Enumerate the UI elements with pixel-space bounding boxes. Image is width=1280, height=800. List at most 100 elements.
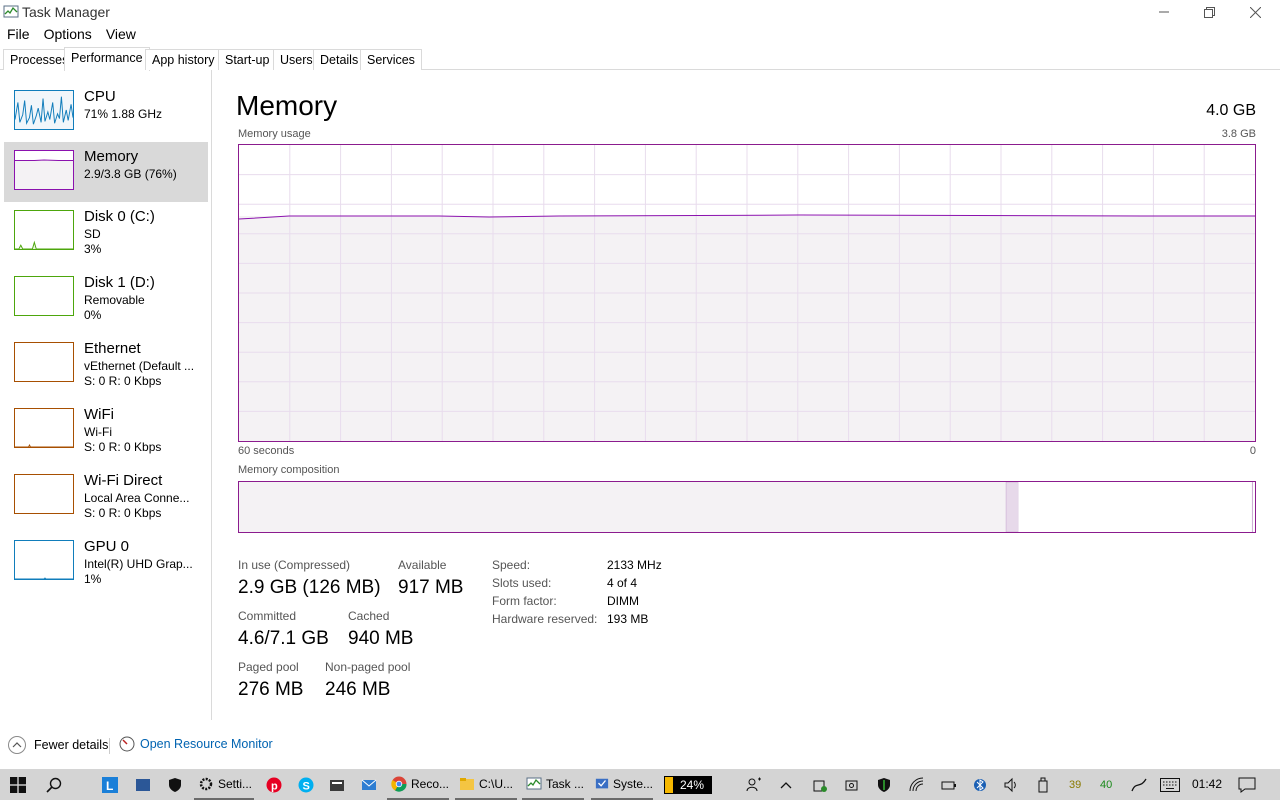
fewer-details-label: Fewer details (34, 738, 109, 752)
composition-free (1252, 482, 1255, 532)
menu-file[interactable]: File (0, 24, 37, 46)
in-use-label: In use (Compressed) (238, 558, 351, 572)
minimize-icon (1159, 11, 1169, 13)
skype-icon[interactable]: S (298, 769, 314, 800)
keyboard-icon[interactable] (1160, 769, 1182, 800)
clock[interactable]: 01:42 (1192, 777, 1222, 791)
sidebar-item-disk-1[interactable]: Disk 1 (D:) Removable 0% (4, 268, 208, 328)
speed-value: 2133 MHz (607, 558, 662, 572)
action-center-icon[interactable] (1238, 769, 1256, 800)
committed-value: 4.6/7.1 GB (238, 628, 329, 649)
form-factor-value: DIMM (607, 594, 639, 608)
fewer-details-button[interactable]: Fewer details (8, 736, 108, 754)
taskbar-app-label: Setti... (218, 776, 253, 791)
tab-app-history[interactable]: App history (145, 49, 222, 70)
file-manager-icon[interactable] (329, 769, 345, 800)
sidebar-item-detail: Intel(R) UHD Grap... (84, 557, 193, 571)
memory-composition-label: Memory composition (238, 464, 340, 476)
graph-time-label: 60 seconds (238, 445, 295, 457)
usb-drive-icon[interactable] (1037, 769, 1049, 800)
wifi-direct-thumbnail-graph (14, 474, 74, 514)
svg-text:S: S (303, 780, 310, 792)
wifi-icon[interactable] (909, 769, 925, 800)
sidebar-item-label: Disk 0 (C:) (84, 208, 155, 225)
tray-counter-2[interactable]: 40 (1100, 769, 1112, 800)
disk-1-thumbnail-graph (14, 276, 74, 316)
non-paged-pool-value: 246 MB (325, 679, 391, 700)
mail-icon[interactable] (361, 769, 377, 800)
tab-details[interactable]: Details (313, 49, 366, 70)
taskbar-app-task-manager[interactable]: Task ... (522, 769, 584, 800)
taskbar-app-system[interactable]: Syste... (591, 769, 653, 800)
committed-label: Committed (238, 609, 297, 623)
tray-chevron-up-icon[interactable] (780, 769, 794, 800)
minimize-button[interactable] (1141, 0, 1187, 24)
sidebar-item-label: Memory (84, 148, 139, 165)
restore-button[interactable] (1186, 0, 1232, 24)
memory-composition-bar (238, 481, 1256, 533)
sidebar-item-detail: vEthernet (Default ... (84, 359, 195, 373)
sidebar-item-ethernet[interactable]: Ethernet vEthernet (Default ... S: 0 R: … (4, 334, 208, 394)
sidebar-item-wifi[interactable]: WiFi Wi-Fi S: 0 R: 0 Kbps (4, 400, 208, 460)
bluetooth-icon[interactable] (974, 769, 986, 800)
title-bar: Task Manager (0, 0, 1280, 24)
memory-thumbnail-graph (14, 150, 74, 190)
pinned-app-w-icon[interactable] (135, 769, 151, 800)
sidebar-item-gpu-0[interactable]: GPU 0 Intel(R) UHD Grap... 1% (4, 532, 208, 592)
form-factor-label: Form factor: (492, 594, 557, 608)
taskbar: L Setti... p S Reco... C:\U... Task ... … (0, 769, 1280, 800)
sidebar-item-label: WiFi (84, 406, 114, 423)
defender-shield-icon[interactable] (876, 769, 892, 800)
slots-used-label: Slots used: (492, 576, 552, 590)
taskbar-app-chrome[interactable]: Reco... (387, 769, 449, 800)
composition-standby-divider (1251, 482, 1253, 532)
sidebar-item-detail: Local Area Conne... (84, 491, 190, 505)
memory-usage-graph (238, 144, 1256, 442)
battery-tray-icon[interactable] (941, 769, 957, 800)
security-tray-icon[interactable] (812, 769, 828, 800)
pinterest-icon[interactable]: p (266, 769, 282, 800)
composition-standby (1018, 482, 1252, 532)
taskbar-app-explorer[interactable]: C:\U... (455, 769, 517, 800)
memory-total: 4.0 GB (1206, 102, 1256, 119)
sidebar-item-label: GPU 0 (84, 538, 130, 555)
sidebar-item-value: 3% (84, 242, 102, 256)
menu-bar: File Options View (0, 24, 1280, 46)
folder-icon (460, 777, 474, 790)
battery-indicator[interactable]: 24% (664, 776, 712, 794)
pen-workspace-icon[interactable] (1130, 769, 1150, 800)
start-button[interactable] (10, 769, 30, 800)
pinned-app-l-icon[interactable]: L (102, 769, 118, 800)
search-button[interactable] (46, 769, 66, 800)
open-resource-monitor-link[interactable]: Open Resource Monitor (119, 736, 273, 752)
sidebar-item-disk-0[interactable]: Disk 0 (C:) SD 3% (4, 202, 208, 262)
sidebar-item-memory[interactable]: Memory 2.9/3.8 GB (76%) (4, 142, 208, 202)
taskbar-app-settings[interactable]: Setti... (194, 769, 254, 800)
people-icon[interactable] (746, 769, 762, 800)
svg-text:p: p (271, 780, 278, 792)
volume-icon[interactable] (1003, 769, 1019, 800)
composition-modified (1005, 482, 1019, 532)
menu-view[interactable]: View (99, 24, 143, 46)
speed-label: Speed: (492, 558, 531, 572)
sidebar-item-cpu[interactable]: CPU 71% 1.88 GHz (4, 82, 208, 142)
sidebar-item-detail: Wi-Fi (84, 425, 112, 439)
close-icon (1249, 6, 1261, 18)
sidebar-item-wifi-direct[interactable]: Wi-Fi Direct Local Area Conne... S: 0 R:… (4, 466, 208, 526)
footer-divider (109, 738, 110, 754)
hardware-reserved-value: 193 MB (607, 612, 649, 626)
open-resource-monitor-label: Open Resource Monitor (140, 737, 273, 751)
svg-text:L: L (106, 779, 113, 793)
shield-app-icon[interactable] (167, 769, 183, 800)
sidebar-item-detail: Removable (84, 293, 145, 307)
tab-start-up[interactable]: Start-up (218, 49, 277, 70)
camera-tray-icon[interactable] (844, 769, 860, 800)
wifi-thumbnail-graph (14, 408, 74, 448)
tray-counter-1[interactable]: 39 (1069, 769, 1081, 800)
tab-performance[interactable]: Performance (64, 47, 150, 71)
tab-services[interactable]: Services (360, 49, 422, 70)
battery-fill (665, 777, 673, 793)
menu-options[interactable]: Options (37, 24, 99, 46)
cached-label: Cached (348, 609, 390, 623)
close-button[interactable] (1232, 0, 1278, 24)
